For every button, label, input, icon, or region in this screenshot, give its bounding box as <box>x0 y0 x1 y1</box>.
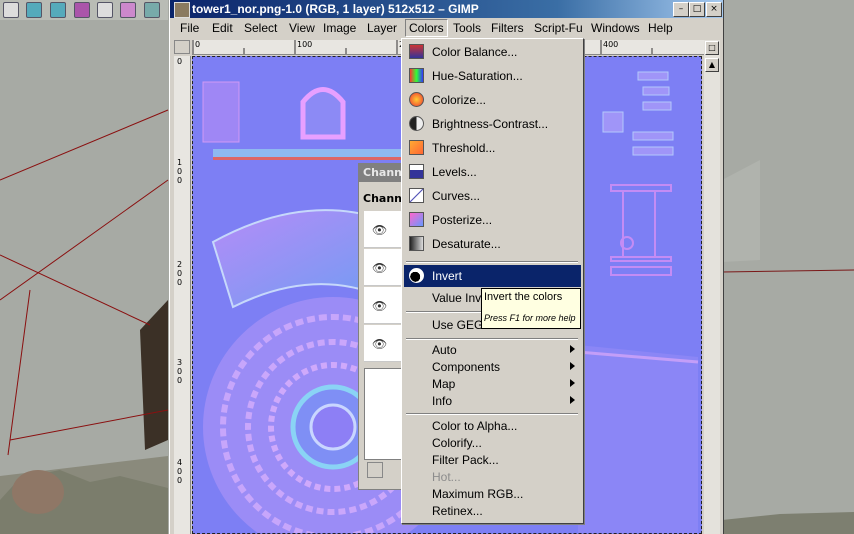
gimp-app-icon <box>174 2 190 18</box>
submenu-arrow-icon <box>570 362 575 370</box>
menu-item-levels[interactable]: Levels... <box>404 161 581 183</box>
menu-script-fu[interactable]: Script-Fu <box>534 21 583 35</box>
channels-dock-title: Channe <box>359 164 407 182</box>
menu-edit[interactable]: Edit <box>212 21 233 35</box>
invert-icon <box>409 268 424 283</box>
menu-item-auto[interactable]: Auto <box>404 341 581 359</box>
menu-view[interactable]: View <box>289 21 315 35</box>
tooltip: Invert the colors Press F1 for more help <box>481 288 581 329</box>
navigation-corner-button[interactable] <box>174 40 190 54</box>
curves-icon <box>409 188 424 203</box>
menu-item-invert[interactable]: Invert <box>404 265 581 287</box>
scroll-zoom-button[interactable]: □ <box>705 41 719 55</box>
visibility-eye-icon[interactable]: 👁 <box>372 223 387 237</box>
menu-help[interactable]: Help <box>648 21 673 35</box>
tool-icon-7[interactable] <box>144 2 160 18</box>
menu-item-desaturate[interactable]: Desaturate... <box>404 233 581 255</box>
tooltip-text: Invert the colors <box>484 291 563 303</box>
menu-item-info[interactable]: Info <box>404 392 581 410</box>
visibility-eye-icon[interactable]: 👁 <box>372 299 387 313</box>
menu-separator <box>406 338 578 340</box>
menu-select[interactable]: Select <box>244 21 277 35</box>
levels-icon <box>409 164 424 179</box>
menu-item-colorize[interactable]: Colorize... <box>404 89 581 111</box>
threshold-icon <box>409 140 424 155</box>
colors-menu: Color Balance... Hue-Saturation... Color… <box>401 38 584 524</box>
menu-item-color-to-alpha[interactable]: Color to Alpha... <box>404 417 581 435</box>
h-ruler-label-0: 0 <box>195 40 201 49</box>
h-ruler-label-400: 400 <box>603 40 619 49</box>
menu-item-filter-pack[interactable]: Filter Pack... <box>404 451 581 469</box>
menu-item-retinex[interactable]: Retinex... <box>404 502 581 520</box>
menu-item-hue-saturation[interactable]: Hue-Saturation... <box>404 65 581 87</box>
menu-separator <box>406 413 578 415</box>
menu-layer[interactable]: Layer <box>367 21 397 35</box>
menu-colors[interactable]: Colors <box>405 19 448 37</box>
v-ruler-label-400: 4 0 0 <box>177 458 183 485</box>
menu-item-hot: Hot... <box>432 470 461 484</box>
colorize-icon <box>409 92 424 107</box>
menu-separator <box>406 261 578 263</box>
v-ruler-label-100: 1 0 0 <box>177 158 183 185</box>
menu-tools[interactable]: Tools <box>453 21 481 35</box>
tooltip-hint: Press F1 for more help <box>484 313 576 323</box>
vertical-scrollbar[interactable]: □ ▲ <box>704 40 720 534</box>
edit-channel-icon[interactable] <box>367 462 383 478</box>
tool-icon-4[interactable] <box>74 2 90 18</box>
menu-item-threshold[interactable]: Threshold... <box>404 137 581 159</box>
tool-icon-3[interactable] <box>50 2 66 18</box>
hue-saturation-icon <box>409 68 424 83</box>
minimize-button[interactable]: – <box>673 2 689 17</box>
visibility-eye-icon[interactable]: 👁 <box>372 261 387 275</box>
menu-image[interactable]: Image <box>323 21 356 35</box>
menu-item-curves[interactable]: Curves... <box>404 185 581 207</box>
menu-item-maximum-rgb[interactable]: Maximum RGB... <box>404 485 581 503</box>
brightness-contrast-icon <box>409 116 424 131</box>
h-ruler-label-100: 100 <box>297 40 313 49</box>
tool-icon-2[interactable] <box>26 2 42 18</box>
submenu-arrow-icon <box>570 379 575 387</box>
menu-item-posterize[interactable]: Posterize... <box>404 209 581 231</box>
visibility-eye-icon[interactable]: 👁 <box>372 337 387 351</box>
color-balance-icon <box>409 44 424 59</box>
submenu-arrow-icon <box>570 345 575 353</box>
tool-icon-5[interactable] <box>97 2 113 18</box>
menu-bar: File Edit Select View Image Layer Colors… <box>170 18 723 38</box>
submenu-arrow-icon <box>570 396 575 404</box>
menu-item-brightness-contrast[interactable]: Brightness-Contrast... <box>404 113 581 135</box>
title-bar: tower1_nor.png-1.0 (RGB, 1 layer) 512x51… <box>170 0 723 18</box>
v-ruler-label-200: 2 0 0 <box>177 260 183 287</box>
tool-icon-6[interactable] <box>120 2 136 18</box>
window-title: tower1_nor.png-1.0 (RGB, 1 layer) 512x51… <box>192 2 479 16</box>
tool-icon-1[interactable] <box>3 2 19 18</box>
maximize-button[interactable]: □ <box>689 2 705 17</box>
posterize-icon <box>409 212 424 227</box>
menu-item-map[interactable]: Map <box>404 375 581 393</box>
menu-filters[interactable]: Filters <box>491 21 524 35</box>
desaturate-icon <box>409 236 424 251</box>
menu-item-color-balance[interactable]: Color Balance... <box>404 41 581 63</box>
scroll-up-button[interactable]: ▲ <box>705 58 719 72</box>
v-ruler-label-0: 0 <box>177 57 183 66</box>
toolbox-strip <box>0 0 168 20</box>
menu-windows[interactable]: Windows <box>591 21 640 35</box>
close-button[interactable]: × <box>706 2 722 17</box>
v-ruler-label-300: 3 0 0 <box>177 358 183 385</box>
vertical-ruler[interactable]: 0 1 0 0 2 0 0 3 0 0 4 0 0 <box>174 56 191 534</box>
menu-file[interactable]: File <box>180 21 199 35</box>
menu-item-components[interactable]: Components <box>404 358 581 376</box>
menu-item-colorify[interactable]: Colorify... <box>404 434 581 452</box>
